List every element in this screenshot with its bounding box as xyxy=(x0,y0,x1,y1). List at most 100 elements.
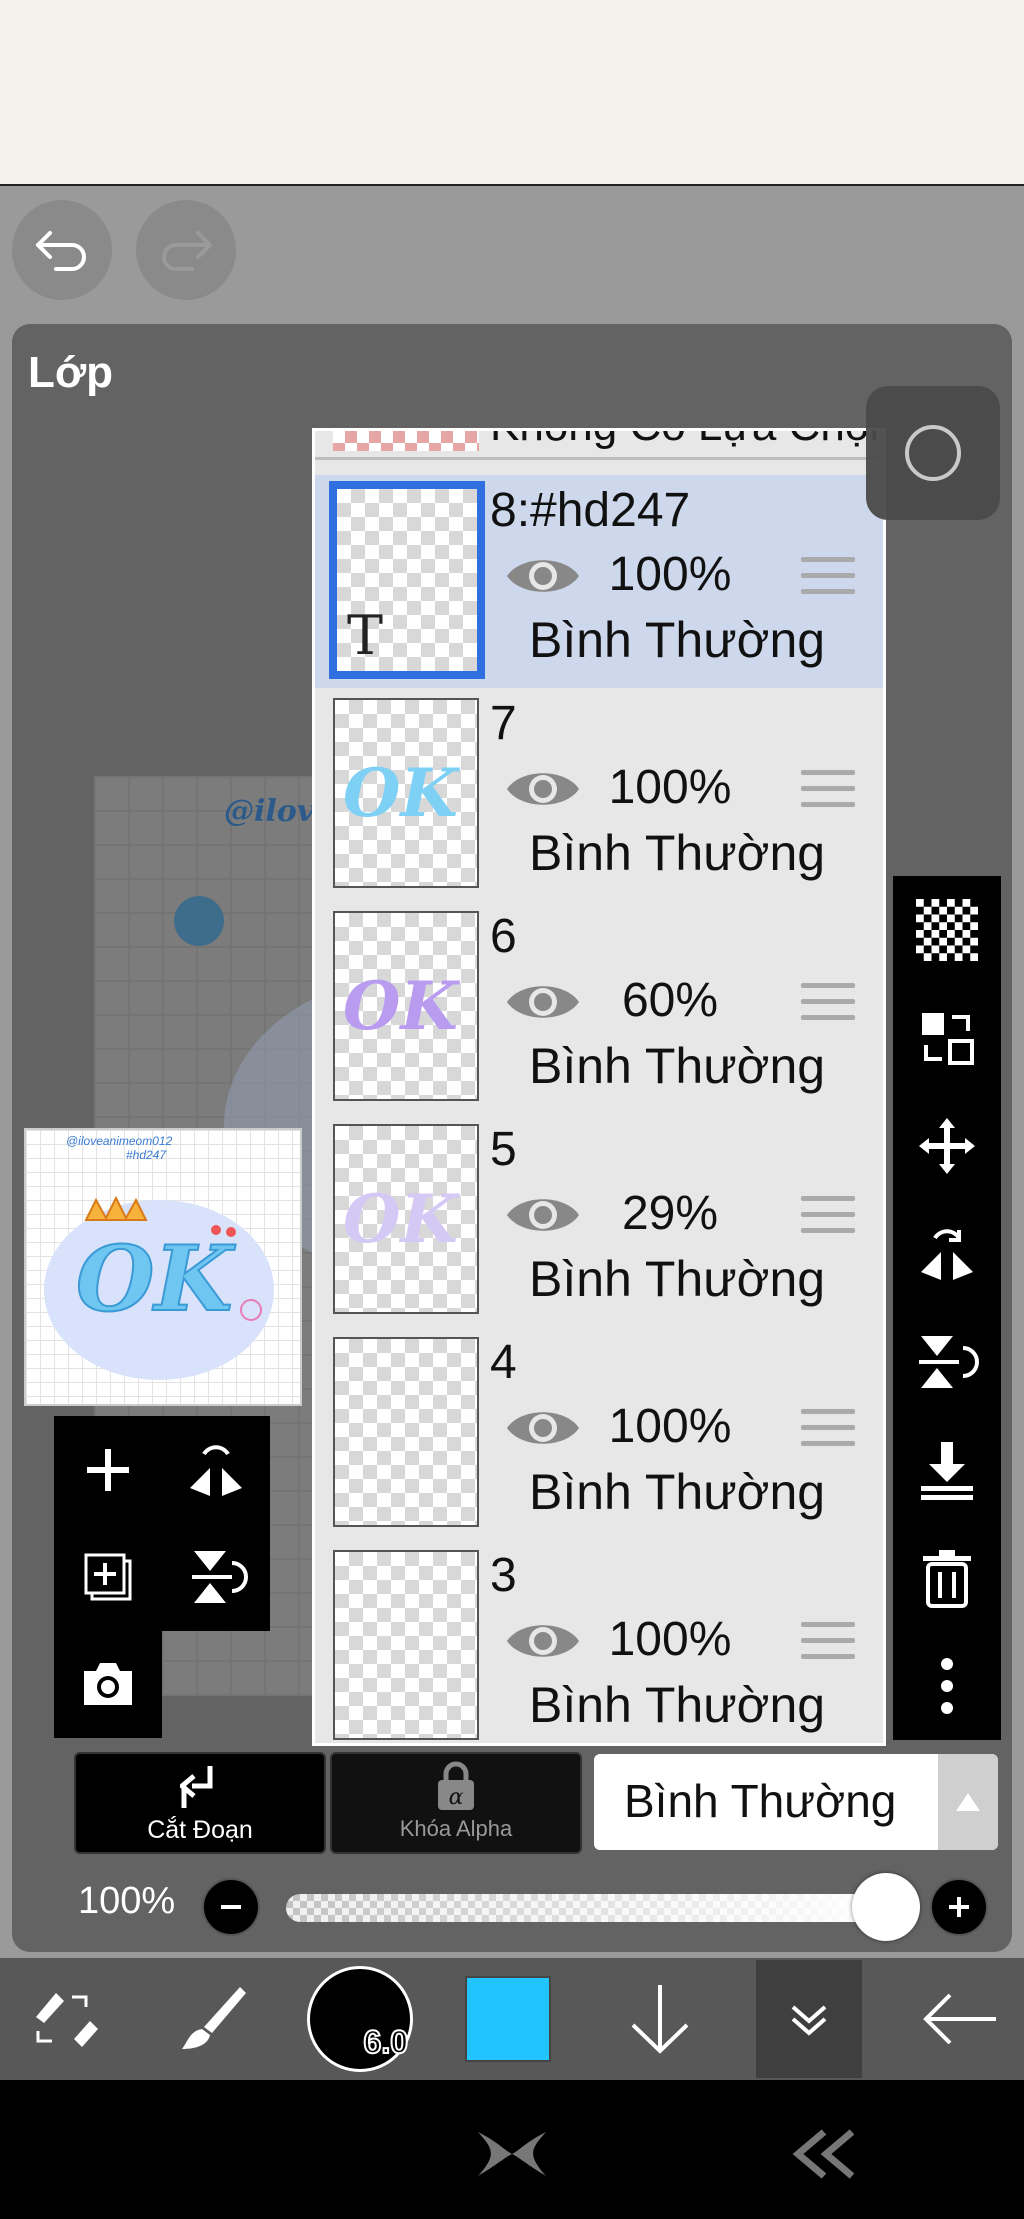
clipping-label: Cắt Đoạn xyxy=(147,1816,253,1844)
triangle-up-icon xyxy=(956,1793,980,1811)
more-options-button[interactable] xyxy=(893,1632,1001,1740)
visibility-eye-icon[interactable] xyxy=(503,977,583,1027)
canvas-preview[interactable]: @iloveanimeom012 #hd247 OK xyxy=(24,1128,302,1406)
layer-list[interactable]: Không Có Lựa Chọn T 8:#hd247 100% Bình Thườ… xyxy=(312,428,886,1746)
layer-opacity[interactable]: 100% xyxy=(605,1612,735,1667)
preview-tag: #hd247 xyxy=(126,1148,167,1162)
layer-tools-column xyxy=(893,876,1001,1740)
add-layer-button[interactable] xyxy=(54,1416,162,1524)
color-button[interactable] xyxy=(444,1958,572,2080)
layer-opacity[interactable]: 29% xyxy=(605,1186,735,1241)
layer-none-selection[interactable]: Không Có Lựa Chọn xyxy=(315,431,883,460)
opacity-decrease-button[interactable] xyxy=(202,1878,260,1936)
layer-name: 5 xyxy=(490,1123,517,1176)
undo-button[interactable] xyxy=(12,200,112,300)
layer-thumbnail: OK xyxy=(333,911,479,1101)
camera-button[interactable] xyxy=(54,1630,162,1738)
flip-canvas-button[interactable] xyxy=(162,1416,270,1524)
circle-icon xyxy=(905,425,961,481)
layer-thumbnail: OK xyxy=(333,698,479,888)
drag-handle-icon[interactable] xyxy=(801,983,855,1027)
tool-select-button[interactable] xyxy=(0,1958,128,2080)
flip-vertical-canvas-button[interactable] xyxy=(162,1523,270,1631)
visibility-eye-icon[interactable] xyxy=(503,764,583,814)
blend-mode-select[interactable]: Bình Thường xyxy=(594,1754,998,1850)
duplicate-layer-button[interactable] xyxy=(54,1523,162,1631)
opacity-slider-knob[interactable] xyxy=(852,1873,920,1941)
color-swatch xyxy=(465,1976,551,2062)
transparent-fill-button[interactable] xyxy=(893,876,1001,984)
opacity-label: 100% xyxy=(78,1880,176,1922)
lock-icon: α xyxy=(438,1761,474,1810)
alpha-lock-button[interactable]: α Khóa Alpha xyxy=(330,1752,582,1854)
redo-button[interactable] xyxy=(136,200,236,300)
canvas-watermark: @ilov xyxy=(224,794,315,829)
layer-row[interactable]: OK 7 100% Bình Thường xyxy=(315,688,883,904)
opacity-increase-button[interactable] xyxy=(930,1878,988,1936)
layer-down-button[interactable] xyxy=(596,1958,724,2080)
merge-down-button[interactable] xyxy=(893,1416,1001,1524)
layer-thumbnail: T xyxy=(329,481,485,679)
layer-blend-mode: Bình Thường xyxy=(529,1038,826,1094)
brush-size-button[interactable]: 6.0 xyxy=(296,1958,424,2080)
layer-panel-toggle-button[interactable] xyxy=(756,1960,862,2078)
bottom-toolbar: 6.0 xyxy=(0,1958,1024,2080)
thumbnail-artwork: OK xyxy=(343,967,458,1045)
flip-horizontal-button[interactable] xyxy=(893,1200,1001,1308)
layer-blend-mode: Bình Thường xyxy=(529,825,826,881)
drag-handle-icon[interactable] xyxy=(801,1409,855,1453)
layer-row[interactable]: 4 100% Bình Thường xyxy=(315,1327,883,1543)
flip-vertical-icon xyxy=(192,1551,248,1603)
visibility-eye-icon[interactable] xyxy=(503,551,583,601)
flip-vertical-button[interactable] xyxy=(893,1308,1001,1416)
arrow-left-icon xyxy=(923,1993,996,2045)
layer-row[interactable]: 3 100% Bình Thường xyxy=(315,1540,883,1743)
flip-horizontal-icon xyxy=(921,1229,973,1280)
brush-size-value: 6.0 xyxy=(363,2023,410,2061)
layer-opacity[interactable]: 100% xyxy=(605,1399,735,1454)
drag-handle-icon[interactable] xyxy=(801,1622,855,1666)
drag-handle-icon[interactable] xyxy=(801,1196,855,1240)
top-bar xyxy=(0,0,1024,186)
nav-close-icon[interactable] xyxy=(474,2124,550,2184)
layer-name: 7 xyxy=(490,697,517,750)
opacity-slider[interactable] xyxy=(286,1894,886,1922)
preview-artwork: OK xyxy=(75,1195,262,1333)
camera-icon xyxy=(84,1663,132,1705)
layer-blend-mode: Bình Thường xyxy=(529,1251,826,1307)
nav-back-double-icon[interactable] xyxy=(790,2124,860,2184)
layer-opacity[interactable]: 100% xyxy=(605,760,735,815)
alpha-lock-label: Khóa Alpha xyxy=(399,1816,513,1841)
undo-icon xyxy=(36,231,86,271)
float-menu-button[interactable] xyxy=(866,386,1000,520)
clipping-button[interactable]: Cắt Đoạn xyxy=(74,1752,326,1854)
blend-mode-value: Bình Thường xyxy=(624,1775,897,1827)
layer-opacity[interactable]: 60% xyxy=(605,973,735,1028)
back-button[interactable] xyxy=(896,1958,1024,2080)
layer-row[interactable]: OK 5 29% Bình Thường xyxy=(315,1114,883,1330)
brush-tool-button[interactable] xyxy=(148,1958,276,2080)
preview-watermark: @iloveanimeom012 xyxy=(66,1134,173,1148)
drag-handle-icon[interactable] xyxy=(801,557,855,601)
drag-handle-icon[interactable] xyxy=(801,770,855,814)
layer-thumbnail xyxy=(333,1550,479,1740)
panel-title: Lớp xyxy=(28,348,114,397)
delete-layer-button[interactable] xyxy=(893,1524,1001,1632)
layer-row[interactable]: T 8:#hd247 100% Bình Thường xyxy=(315,475,883,691)
flip-horizontal-icon xyxy=(190,1445,242,1496)
layer-opacity[interactable]: 100% xyxy=(605,547,735,602)
plus-icon xyxy=(949,1897,969,1917)
convert-layer-button[interactable] xyxy=(893,984,1001,1092)
layer-blend-mode: Bình Thường xyxy=(529,612,826,668)
selection-label: Không Có Lựa Chọn xyxy=(490,431,883,451)
blend-mode-arrow[interactable] xyxy=(938,1754,998,1850)
visibility-eye-icon[interactable] xyxy=(503,1403,583,1453)
merge-down-icon xyxy=(921,1442,973,1500)
swap-shapes-icon xyxy=(922,1013,974,1065)
thumbnail-artwork: OK xyxy=(343,754,458,832)
minus-icon xyxy=(221,1905,241,1909)
visibility-eye-icon[interactable] xyxy=(503,1190,583,1240)
visibility-eye-icon[interactable] xyxy=(503,1616,583,1666)
move-button[interactable] xyxy=(893,1092,1001,1200)
layer-row[interactable]: OK 6 60% Bình Thường xyxy=(315,901,883,1117)
